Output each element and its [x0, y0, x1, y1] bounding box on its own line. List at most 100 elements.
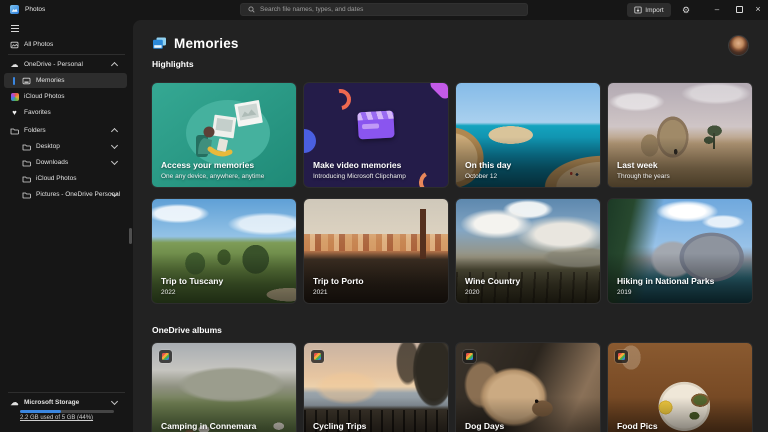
memories-page-icon — [152, 37, 167, 50]
card-last-week[interactable]: Last week Through the years — [608, 83, 752, 187]
album-title: Cycling Trips — [313, 421, 366, 431]
card-hiking-national-parks[interactable]: Hiking in National Parks 2019 — [608, 199, 752, 303]
album-card-camping-in-connemara[interactable]: Camping in Connemara — [152, 343, 296, 432]
album-title: Dog Days — [465, 421, 504, 431]
search-icon — [248, 6, 255, 13]
albums-row: Camping in Connemara Cycling Trips Dog D… — [152, 343, 752, 432]
card-title: Wine Country — [465, 276, 520, 286]
card-title: Make video memories — [313, 160, 401, 170]
card-title: Access your memories — [161, 160, 254, 170]
folder-icon — [21, 191, 32, 199]
sidebar-item-label: iCloud Photos — [24, 93, 64, 100]
photos-app-window: Photos Search file names, types, and dat… — [0, 0, 768, 432]
sidebar-item-icloud-photos[interactable]: iCloud Photos — [4, 89, 127, 104]
storage-progress-fill — [20, 410, 61, 413]
sidebar-item-label: iCloud Photos — [36, 175, 76, 182]
card-title: Trip to Tuscany — [161, 276, 223, 286]
photos-app-icon — [10, 5, 19, 14]
album-card-cycling-trips[interactable]: Cycling Trips — [304, 343, 448, 432]
import-icon — [634, 6, 642, 14]
content-area: Memories Highlights — [133, 20, 768, 432]
decorative-circle — [304, 129, 316, 153]
album-title: Food Pics — [617, 421, 658, 431]
sidebar-item-folders[interactable]: Folders — [4, 123, 127, 138]
card-access-memories[interactable]: Access your memories One any device, any… — [152, 83, 296, 187]
card-on-this-day[interactable]: On this day October 12 — [456, 83, 600, 187]
sidebar-item-label: All Photos — [24, 41, 53, 48]
decorative-diamond — [428, 83, 448, 101]
maximize-icon — [736, 6, 743, 13]
minimize-button[interactable]: – — [709, 0, 725, 18]
settings-gear-icon[interactable]: ⚙ — [679, 2, 693, 18]
sidebar-item-favorites[interactable]: ♥ Favorites — [4, 105, 127, 120]
card-shade — [304, 199, 448, 303]
storage-usage-link[interactable]: 2.2 GB used of 5 GB (44%) — [20, 415, 93, 421]
card-make-video-memories[interactable]: Make video memories Introducing Microsof… — [304, 83, 448, 187]
folder-icon — [21, 143, 32, 151]
import-button[interactable]: Import — [627, 3, 671, 17]
photo-stack-icon — [9, 41, 20, 49]
card-subtitle: One any device, anywhere, anytime — [161, 173, 264, 180]
sidebar-item-label: Favorites — [24, 109, 51, 116]
sidebar-item-all-photos[interactable]: All Photos — [4, 37, 127, 52]
sidebar-item-memories[interactable]: Memories — [4, 73, 127, 88]
card-shade — [456, 343, 600, 432]
card-shade — [152, 343, 296, 432]
card-subtitle: October 12 — [465, 173, 497, 180]
sidebar-scrollbar[interactable] — [129, 228, 132, 244]
sidebar-item-label: OneDrive - Personal — [24, 61, 83, 68]
storage-progress-bar — [20, 410, 114, 413]
card-wine-country[interactable]: Wine Country 2020 — [456, 199, 600, 303]
card-title: Hiking in National Parks — [617, 276, 714, 286]
search-placeholder: Search file names, types, and dates — [260, 6, 363, 13]
folder-icon — [9, 127, 20, 135]
card-subtitle: 2019 — [617, 289, 631, 296]
chevron-up-icon — [111, 128, 118, 135]
titlebar: Photos Search file names, types, and dat… — [0, 0, 768, 20]
sidebar: All Photos ☁ OneDrive - Personal Memorie… — [0, 20, 133, 432]
onedrive-albums-heading: OneDrive albums — [152, 325, 222, 335]
account-avatar[interactable] — [729, 36, 748, 55]
access-memories-illustration — [152, 83, 296, 187]
card-shade — [608, 83, 752, 187]
card-trip-to-porto[interactable]: Trip to Porto 2021 — [304, 199, 448, 303]
chevron-up-icon — [111, 62, 118, 69]
microsoft-storage-item[interactable]: ☁ Microsoft Storage — [4, 395, 127, 410]
chevron-down-icon — [111, 398, 118, 405]
sidebar-item-downloads[interactable]: Downloads — [4, 155, 127, 170]
storage-label: Microsoft Storage — [24, 399, 79, 406]
card-title: Last week — [617, 160, 658, 170]
import-label: Import — [645, 7, 663, 14]
chevron-down-icon — [111, 158, 118, 165]
card-subtitle: 2020 — [465, 289, 479, 296]
cloud-icon: ☁ — [9, 61, 20, 69]
hamburger-icon — [9, 28, 20, 29]
album-card-dog-days[interactable]: Dog Days — [456, 343, 600, 432]
sidebar-item-onedrive-personal[interactable]: ☁ OneDrive - Personal — [4, 57, 127, 72]
nav-menu-button[interactable] — [4, 21, 127, 36]
card-trip-to-tuscany[interactable]: Trip to Tuscany 2022 — [152, 199, 296, 303]
maximize-button[interactable] — [731, 0, 747, 18]
album-card-food-pics[interactable]: Food Pics — [608, 343, 752, 432]
album-title: Camping in Connemara — [161, 421, 256, 431]
card-title: Trip to Porto — [313, 276, 364, 286]
sidebar-item-label: Memories — [36, 77, 65, 84]
close-button[interactable]: × — [750, 0, 766, 18]
decorative-arc — [416, 168, 444, 187]
decorative-arc — [326, 85, 355, 114]
sidebar-item-icloud-photos-folder[interactable]: iCloud Photos — [4, 171, 127, 186]
card-shade — [456, 199, 600, 303]
card-subtitle: Through the years — [617, 173, 670, 180]
sidebar-item-label: Downloads — [36, 159, 68, 166]
card-shade — [304, 343, 448, 432]
clipchamp-clapperboard-icon — [357, 110, 394, 139]
page-title: Memories — [174, 36, 239, 51]
card-subtitle: 2021 — [313, 289, 327, 296]
page-header: Memories — [152, 36, 239, 51]
sidebar-item-pictures-onedrive[interactable]: Pictures - OneDrive Personal — [4, 187, 127, 202]
sidebar-item-desktop[interactable]: Desktop — [4, 139, 127, 154]
card-title: On this day — [465, 160, 511, 170]
cloud-icon: ☁ — [9, 399, 20, 407]
search-input[interactable]: Search file names, types, and dates — [240, 3, 528, 16]
selection-indicator — [13, 77, 15, 85]
